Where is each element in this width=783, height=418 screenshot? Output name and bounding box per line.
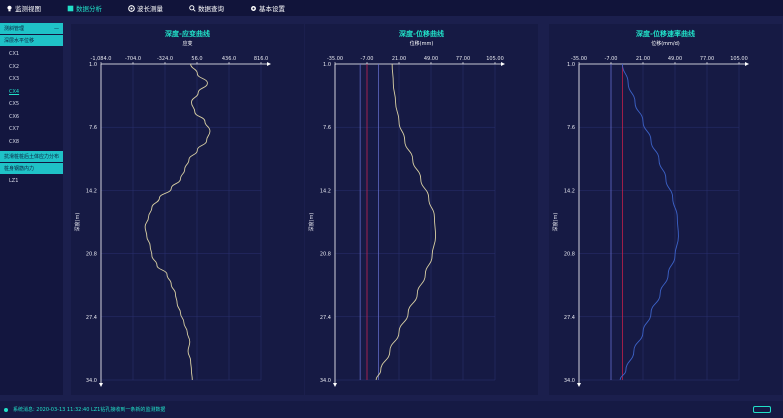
chart-icon bbox=[67, 5, 76, 12]
y-tick-label: 34.0 bbox=[320, 378, 331, 384]
menu-item-2[interactable]: 波长测量 bbox=[128, 3, 163, 13]
sidebar-item-cx4[interactable]: CX4 bbox=[0, 86, 63, 99]
chart-panel-displacement-rate: 深度-位移速率曲线 位移(mm/d) -35.00 -7.00 21.00 49.00… bbox=[549, 24, 782, 395]
sidebar-section-inclinometer[interactable]: 测斜管理 — bbox=[0, 23, 63, 35]
x-tick-label: 49.00 bbox=[424, 56, 438, 62]
chart-panel-displacement: 深度-位移曲线 位移(mm) -35.00 -7.00 21.00 49.00 77.0… bbox=[305, 24, 538, 395]
menu-item-4[interactable]: 基本设置 bbox=[250, 3, 285, 13]
target-icon bbox=[128, 4, 137, 12]
main-menu: 监测视图 数据分析 波长测量 数据查询 基本设置 bbox=[0, 3, 311, 13]
y-tick-label: 7.6 bbox=[323, 125, 331, 131]
x-tick-label: 77.00 bbox=[456, 56, 470, 62]
bulb-icon bbox=[6, 5, 15, 12]
chart-panel-strain: 深度-应变曲线 应变 -1,084.0 -704.0 -324.0 56.0 436.0… bbox=[71, 24, 304, 395]
x-tick-label: -704.0 bbox=[125, 56, 141, 62]
y-axis-label: 深度(m) bbox=[308, 213, 315, 232]
sidebar-item-cx1[interactable]: CX1 bbox=[0, 48, 63, 61]
x-tick-label: 56.0 bbox=[191, 56, 202, 62]
x-tick-label: 436.0 bbox=[222, 56, 236, 62]
sidebar-items-lz: LZ1 bbox=[0, 175, 63, 188]
menu-item-1[interactable]: 数据分析 bbox=[67, 3, 102, 13]
menu-item-label: 基本设置 bbox=[259, 5, 285, 13]
menu-item-label: 波长测量 bbox=[137, 5, 163, 13]
x-tick-label: -7.00 bbox=[361, 56, 374, 62]
series-line bbox=[619, 63, 679, 381]
y-tick-label: 14.2 bbox=[320, 188, 331, 194]
series-line bbox=[144, 63, 211, 381]
menu-item-label: 数据分析 bbox=[76, 5, 102, 13]
menu-item-3[interactable]: 数据查询 bbox=[189, 3, 224, 13]
grid bbox=[100, 63, 262, 381]
x-tick-label: -7.00 bbox=[605, 56, 618, 62]
y-tick-label: 27.4 bbox=[86, 315, 97, 321]
strain-chart: -1,084.0 -704.0 -324.0 56.0 436.0 816.01.07.6… bbox=[74, 56, 271, 387]
search-icon bbox=[189, 4, 198, 12]
y-tick-label: 1.0 bbox=[323, 62, 331, 68]
sidebar-item-cx2[interactable]: CX2 bbox=[0, 61, 63, 74]
displacement-chart: -35.00 -7.00 21.00 49.00 77.00 105.001.07.614… bbox=[308, 56, 505, 387]
x-tick-label: 816.0 bbox=[254, 56, 268, 62]
y-axis-label: 深度(m) bbox=[552, 213, 559, 232]
sidebar-item-lz1[interactable]: LZ1 bbox=[0, 175, 63, 188]
y-tick-label: 20.8 bbox=[564, 252, 575, 258]
y-tick-label: 20.8 bbox=[86, 252, 97, 258]
y-tick-label: 34.0 bbox=[86, 378, 97, 384]
sidebar-section-rebar-force[interactable]: 桩身钢筋内力 bbox=[0, 163, 63, 175]
top-menu-bar: 监测视图 数据分析 波长测量 数据查询 基本设置 bbox=[0, 0, 783, 16]
grid bbox=[334, 63, 496, 381]
sidebar: 测斜管理 — 深层水平位移 CX1 CX2 CX3 CX4 CX5 CX6 CX7 CX8 抗… bbox=[0, 23, 63, 395]
status-bar: 系统消息: 2020-03-13 11:32:40 LZ1钻孔接收到一条新的监测… bbox=[0, 401, 783, 418]
x-axis-arrow-icon bbox=[745, 62, 749, 66]
y-tick-label: 1.0 bbox=[89, 62, 97, 68]
displacement-rate-chart: -35.00 -7.00 21.00 49.00 77.00 105.001.07.614… bbox=[552, 56, 749, 387]
sidebar-items-cx: CX1 CX2 CX3 CX4 CX5 CX6 CX7 CX8 bbox=[0, 47, 63, 148]
y-axis-arrow-icon bbox=[99, 383, 103, 387]
sidebar-item-cx7[interactable]: CX7 bbox=[0, 123, 63, 136]
x-tick-label: 21.00 bbox=[636, 56, 650, 62]
sidebar-section-label: 桩身钢筋内力 bbox=[4, 166, 35, 172]
grid bbox=[578, 63, 740, 381]
sidebar-item-cx3[interactable]: CX3 bbox=[0, 73, 63, 86]
y-tick-label: 20.8 bbox=[320, 252, 331, 258]
y-tick-label: 1.0 bbox=[567, 62, 575, 68]
y-axis-arrow-icon bbox=[333, 383, 337, 387]
x-axis-arrow-icon bbox=[267, 62, 271, 66]
y-tick-label: 7.6 bbox=[89, 125, 97, 131]
sidebar-section-label: 深层水平位移 bbox=[4, 38, 35, 44]
y-tick-label: 27.4 bbox=[320, 315, 331, 321]
y-tick-label: 14.2 bbox=[86, 188, 97, 194]
y-tick-label: 34.0 bbox=[564, 378, 575, 384]
x-tick-label: 21.00 bbox=[392, 56, 406, 62]
menu-item-label: 监测视图 bbox=[15, 5, 41, 13]
x-axis-arrow-icon bbox=[501, 62, 505, 66]
y-axis-arrow-icon bbox=[577, 383, 581, 387]
gear-icon bbox=[250, 5, 259, 12]
x-tick-label: 105.00 bbox=[486, 56, 504, 62]
series-line bbox=[375, 63, 437, 381]
sidebar-section-label: 测斜管理 bbox=[4, 26, 25, 32]
x-tick-label: 105.00 bbox=[730, 56, 748, 62]
sidebar-section-deep-displacement[interactable]: 深层水平位移 bbox=[0, 35, 63, 47]
sidebar-item-cx6[interactable]: CX6 bbox=[0, 111, 63, 124]
x-tick-label: 49.00 bbox=[668, 56, 682, 62]
x-tick-label: -324.0 bbox=[157, 56, 173, 62]
sidebar-section-label: 抗滑桩桩后土体应力分布 bbox=[4, 154, 60, 160]
sidebar-item-cx5[interactable]: CX5 bbox=[0, 98, 63, 111]
status-dot-icon bbox=[4, 407, 8, 412]
status-toggle-button[interactable] bbox=[753, 406, 771, 413]
sidebar-section-soil-stress[interactable]: 抗滑桩桩后土体应力分布 bbox=[0, 151, 63, 163]
y-tick-label: 14.2 bbox=[564, 188, 575, 194]
sidebar-item-cx8[interactable]: CX8 bbox=[0, 136, 63, 149]
y-axis-label: 深度(m) bbox=[74, 213, 81, 232]
x-tick-label: 77.00 bbox=[700, 56, 714, 62]
status-message: 系统消息: 2020-03-13 11:32:40 LZ1钻孔接收到一条新的监测… bbox=[13, 407, 166, 413]
y-tick-label: 7.6 bbox=[567, 125, 575, 131]
chevron-up-icon: — bbox=[54, 26, 59, 32]
y-tick-label: 27.4 bbox=[564, 315, 575, 321]
menu-item-0[interactable]: 监测视图 bbox=[6, 3, 41, 13]
menu-item-label: 数据查询 bbox=[198, 5, 224, 13]
